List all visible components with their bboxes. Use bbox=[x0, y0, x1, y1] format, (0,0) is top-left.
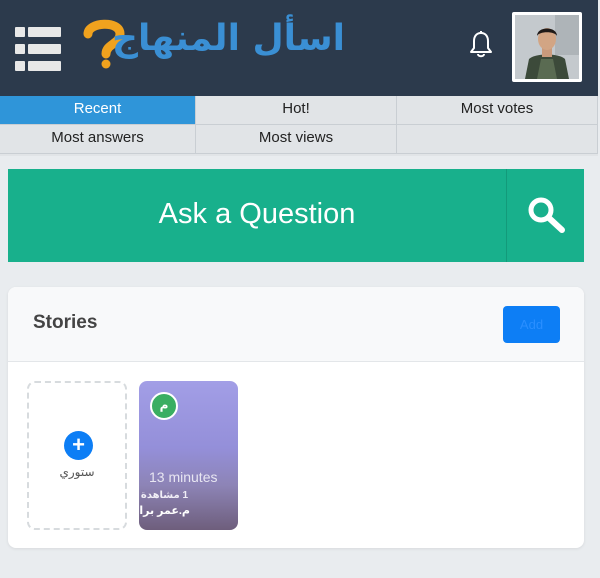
story-author-avatar: م bbox=[150, 392, 178, 420]
user-avatar[interactable] bbox=[512, 12, 582, 82]
stories-header: Stories Add bbox=[8, 287, 584, 362]
story-author-name: م.عمر برادعية bbox=[139, 505, 190, 517]
bell-icon[interactable] bbox=[468, 30, 494, 60]
sort-tabs: Recent Hot! Most votes Most answers Most… bbox=[0, 96, 598, 156]
tab-empty-cell bbox=[397, 125, 598, 154]
tab-most-answers[interactable]: Most answers bbox=[0, 125, 196, 154]
plus-icon: + bbox=[64, 431, 93, 460]
tab-recent[interactable]: Recent bbox=[0, 96, 196, 125]
search-icon bbox=[528, 197, 565, 233]
ask-question-button[interactable]: Ask a Question bbox=[8, 169, 506, 262]
site-logo[interactable]: اسأل المنهاج bbox=[82, 14, 346, 76]
stories-title: Stories bbox=[33, 312, 98, 333]
create-story-label: ستوري bbox=[59, 465, 95, 479]
add-story-button[interactable]: Add bbox=[503, 306, 560, 343]
logo-text: اسأل المنهاج bbox=[112, 18, 346, 59]
story-tile[interactable]: م 13 minutes 1 مشاهدة م.عمر برادعية bbox=[139, 381, 238, 530]
create-story-tile[interactable]: + ستوري bbox=[27, 381, 127, 530]
stories-card: Stories Add + ستوري م 13 minutes 1 مشاهد… bbox=[8, 287, 584, 548]
story-time: 13 minutes bbox=[149, 469, 218, 485]
grid-menu-icon[interactable] bbox=[15, 27, 61, 71]
search-button[interactable] bbox=[506, 169, 584, 262]
tab-hot[interactable]: Hot! bbox=[196, 96, 397, 125]
story-views: 1 مشاهدة bbox=[140, 490, 188, 501]
top-bar: اسأل المنهاج bbox=[0, 0, 598, 96]
person-photo-icon bbox=[515, 15, 579, 79]
tab-most-votes[interactable]: Most votes bbox=[397, 96, 598, 125]
tab-most-views[interactable]: Most views bbox=[196, 125, 397, 154]
